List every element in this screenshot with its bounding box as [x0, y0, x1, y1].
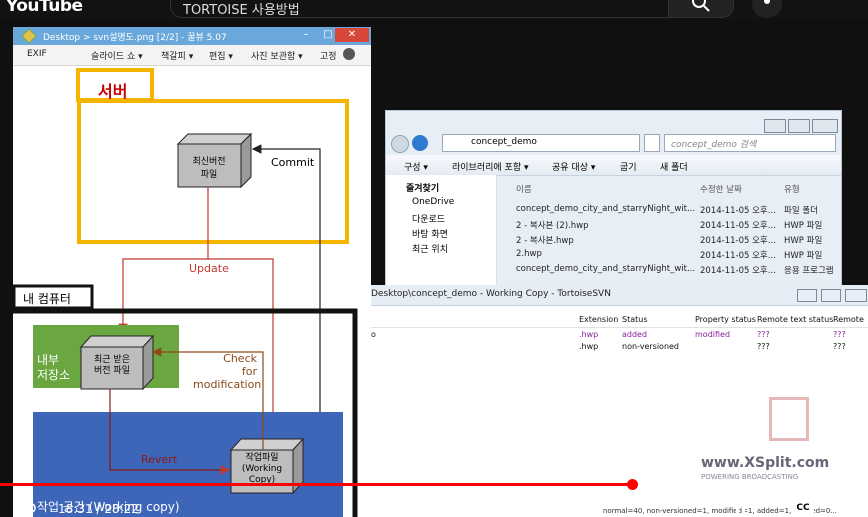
col-property-status[interactable]: Property status	[695, 315, 756, 324]
svn-diagram: 서버 최신버전 파일 Commit Update 내 컴퓨터 내부 저장소 최근 받…	[13, 66, 371, 517]
list-item[interactable]: concept_demo_city_and_starryNight_wit...…	[516, 264, 841, 276]
close-button[interactable]	[845, 289, 867, 302]
xsplit-mark-icon	[769, 397, 809, 441]
maximize-button[interactable]	[821, 289, 841, 302]
forward-button[interactable]	[412, 135, 428, 151]
app-icon	[21, 28, 37, 44]
server-label: 서버	[98, 82, 128, 101]
svn-title: Desktop\concept_demo - Working Copy - To…	[371, 289, 611, 299]
nav-favorites[interactable]: 즐겨찾기	[406, 181, 439, 194]
col-type[interactable]: 유형	[784, 183, 800, 195]
pause-icon[interactable]	[734, 502, 748, 516]
close-button[interactable]	[812, 119, 838, 133]
col-date[interactable]: 수정한 날짜	[700, 183, 742, 195]
progress-scrubber[interactable]	[627, 479, 638, 490]
list-item[interactable]: 2.hwp 2014-11-05 오후... HWP 파일	[516, 249, 841, 261]
share-menu[interactable]: 공유 대상 ▾	[552, 160, 595, 173]
latest-file-label: 최신버전 파일	[192, 157, 226, 180]
explorer-file-list: 이름 수정한 날짜 유형 concept_demo_city_and_starr…	[500, 175, 841, 286]
minimize-button[interactable]	[764, 119, 786, 133]
explorer-search-input[interactable]: concept_demo 검색	[664, 134, 836, 152]
search-icon	[692, 0, 710, 12]
minimize-button[interactable]	[797, 289, 817, 302]
col-extension[interactable]: Extension	[579, 315, 618, 324]
xsplit-sub: POWERING BROADCASTING	[701, 473, 799, 481]
search-input[interactable]: TORTOISE 사용방법	[170, 0, 669, 18]
include-library-menu[interactable]: 라이브러리에 포함 ▾	[452, 160, 528, 173]
col-remote-text[interactable]: Remote text status	[757, 315, 833, 324]
commit-label: Commit	[271, 156, 315, 169]
local-repo-label: 내부 저장소	[37, 353, 71, 382]
exif-button[interactable]: EXIF	[27, 49, 47, 59]
xsplit-watermark: www.XSplit.com	[701, 455, 830, 471]
list-item[interactable]: 2 - 복사본.hwp 2014-11-05 오후... HWP 파일	[516, 234, 841, 246]
explorer-nav-pane: 즐겨찾기 OneDrive 다운로드 바탕 화면 최근 위치	[386, 175, 497, 286]
viewer-toolbar: EXIF 슬라이드 쇼 ▾ 책갈피 ▾ 편집 ▾ 사진 보관함 ▾ 고정	[13, 45, 371, 66]
list-item[interactable]: 2 - 복사본 (2).hwp 2014-11-05 오후... HWP 파일	[516, 219, 841, 231]
volume-icon[interactable]	[18, 500, 40, 517]
bookmark-menu[interactable]: 책갈피 ▾	[161, 49, 193, 62]
mic-button[interactable]	[752, 0, 782, 18]
maximize-button[interactable]	[788, 119, 810, 133]
pin-button[interactable]: 고정	[320, 49, 337, 62]
settings-gear-icon[interactable]	[840, 499, 858, 517]
image-viewer-window: Desktop > svn설명도.png [2/2] - 꿀뷰 5.07 – □…	[13, 27, 371, 517]
viewer-title: Desktop > svn설명도.png [2/2] - 꿀뷰 5.07	[43, 33, 227, 43]
nav-desktop[interactable]: 바탕 화면	[412, 227, 448, 240]
search-button[interactable]	[668, 0, 734, 18]
new-folder-button[interactable]: 새 폴더	[660, 160, 688, 173]
col-remote[interactable]: Remote	[833, 315, 864, 324]
nav-recent[interactable]: 최근 위치	[412, 242, 448, 255]
col-status[interactable]: Status	[622, 315, 648, 324]
work-file-label: 작업파일 (Working Copy)	[241, 453, 283, 485]
minimize-button[interactable]: –	[295, 28, 317, 42]
edit-menu[interactable]: 편집 ▾	[209, 49, 233, 62]
address-bar[interactable]: concept_demo	[442, 134, 640, 152]
close-button[interactable]: ✕	[335, 28, 369, 42]
explorer-command-bar: 구성 ▾ 라이브러리에 포함 ▾ 공유 대상 ▾ 굽기 새 폴더	[386, 155, 841, 176]
list-item[interactable]: concept_demo_city_and_starryNight_wit...…	[516, 204, 841, 216]
back-button[interactable]	[391, 135, 409, 153]
svn-columns: Extension Status Property status Remote …	[371, 313, 868, 328]
nav-onedrive[interactable]: OneDrive	[412, 197, 454, 207]
nav-downloads[interactable]: 다운로드	[412, 212, 445, 225]
slideshow-menu[interactable]: 슬라이드 쇼 ▾	[91, 49, 143, 62]
progress-played	[0, 483, 633, 486]
svn-titlebar: Desktop\concept_demo - Working Copy - To…	[371, 285, 868, 306]
photo-album-menu[interactable]: 사진 보관함 ▾	[251, 49, 303, 62]
menu-icon[interactable]	[343, 48, 355, 60]
received-file-label: 최근 받은 버전 파일	[94, 355, 130, 376]
time-display: 18:31 / 28:22	[58, 502, 139, 516]
viewer-titlebar: Desktop > svn설명도.png [2/2] - 꿀뷰 5.07 – □…	[13, 27, 371, 45]
refresh-button[interactable]	[644, 134, 660, 152]
table-row[interactable]: .hwp non-versioned ??? ???	[371, 340, 868, 353]
mic-icon	[764, 0, 770, 4]
check-label: Check for modification	[193, 352, 262, 391]
organize-menu[interactable]: 구성 ▾	[404, 160, 428, 173]
update-label: Update	[189, 262, 229, 275]
col-name[interactable]: 이름	[516, 183, 532, 195]
explorer-window: concept_demo concept_demo 검색 구성 ▾ 라이브러리에…	[385, 110, 842, 287]
revert-label: Revert	[141, 453, 178, 466]
youtube-logo[interactable]: YouTube	[6, 0, 83, 16]
my-pc-label: 내 컴퓨터	[23, 292, 71, 306]
burn-button[interactable]: 굽기	[620, 160, 637, 173]
captions-button[interactable]: CC	[792, 501, 814, 516]
